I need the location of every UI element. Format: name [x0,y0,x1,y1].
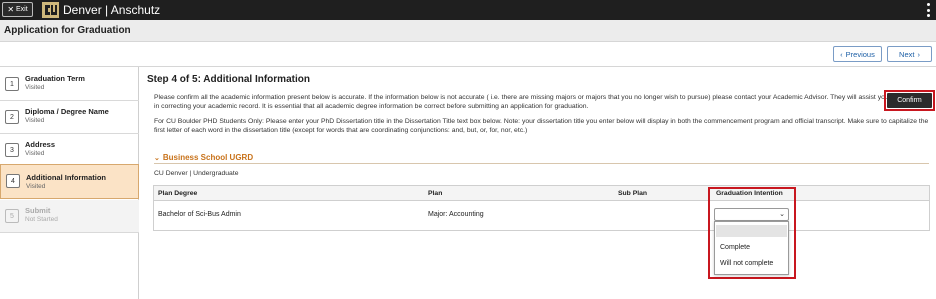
page-title: Application for Graduation [4,25,131,36]
option-complete[interactable]: Complete [716,242,787,254]
column-header-sub-plan: Sub Plan [618,190,648,197]
plan-cell: Major: Accounting [428,211,484,218]
main-content: Step 4 of 5: Additional Information Plea… [147,67,936,299]
section-header[interactable]: ⌄ Business School UGRD [154,153,253,162]
close-icon: ✕ [7,5,15,14]
step-number: 5 [5,209,19,223]
confirm-button[interactable]: Confirm [887,93,932,108]
graduation-intention-options: Complete Will not complete [714,221,789,275]
chevron-down-icon: ⌄ [779,211,785,218]
chevron-down-icon: ⌄ [154,154,160,162]
step-heading: Step 4 of 5: Additional Information [147,74,310,85]
title-band: Application for Graduation [0,20,936,42]
cu-logo-icon [42,2,59,18]
chevron-left-icon: ‹ [840,49,843,59]
plan-degree-cell: Bachelor of Sci-Bus Admin [158,211,241,218]
column-header-plan: Plan [428,190,443,197]
section-divider [154,163,929,164]
kebab-menu-icon[interactable] [926,3,930,17]
step-status: Not Started [25,216,58,223]
step-status: Visited [25,117,45,124]
step-title: Submit [25,206,51,215]
previous-label: Previous [845,49,875,59]
top-bar: ✕ Exit Denver | Anschutz [0,0,936,20]
step-additional-information[interactable]: 4 Additional Information Visited [0,164,139,199]
step-number: 2 [5,110,19,124]
option-blank[interactable] [716,225,787,237]
step-status: Visited [25,150,45,157]
step-sidebar: 1 Graduation Term Visited 2 Diploma / De… [0,67,139,299]
column-header-plan-degree: Plan Degree [158,190,198,197]
step-address[interactable]: 3 Address Visited [0,134,139,167]
next-button[interactable]: Next › [887,46,932,62]
step-title: Address [25,140,56,149]
step-submit: 5 Submit Not Started [0,200,139,233]
step-status: Visited [25,84,45,91]
exit-label: Exit [16,6,28,13]
step-diploma-degree-name[interactable]: 2 Diploma / Degree Name Visited [0,101,139,134]
section-title: Business School UGRD [162,153,254,162]
step-title: Additional Information [26,173,106,182]
step-number: 4 [6,174,20,188]
step-number: 3 [5,143,19,157]
chevron-right-icon: › [917,49,920,59]
graduation-intention-select[interactable]: ⌄ [714,208,789,221]
step-number: 1 [5,77,19,91]
step-status: Visited [26,183,46,190]
exit-button[interactable]: ✕ Exit [2,2,33,17]
option-will-not-complete[interactable]: Will not complete [716,258,787,270]
step-graduation-term[interactable]: 1 Graduation Term Visited [0,68,139,101]
step-title: Graduation Term [25,74,85,83]
previous-button[interactable]: ‹ Previous [833,46,882,62]
brand-name: Denver | Anschutz [63,3,161,17]
step-title: Diploma / Degree Name [25,107,109,116]
program-label: CU Denver | Undergraduate [154,170,239,177]
confirm-instructions: Please confirm all the academic informat… [154,94,889,110]
phd-instructions: For CU Boulder PHD Students Only: Please… [154,118,929,134]
next-label: Next [899,49,915,59]
plan-table: Plan Degree Plan Sub Plan Graduation Int… [153,185,930,231]
confirm-highlight: Confirm [884,90,935,111]
table-header: Plan Degree Plan Sub Plan Graduation Int… [154,186,929,201]
